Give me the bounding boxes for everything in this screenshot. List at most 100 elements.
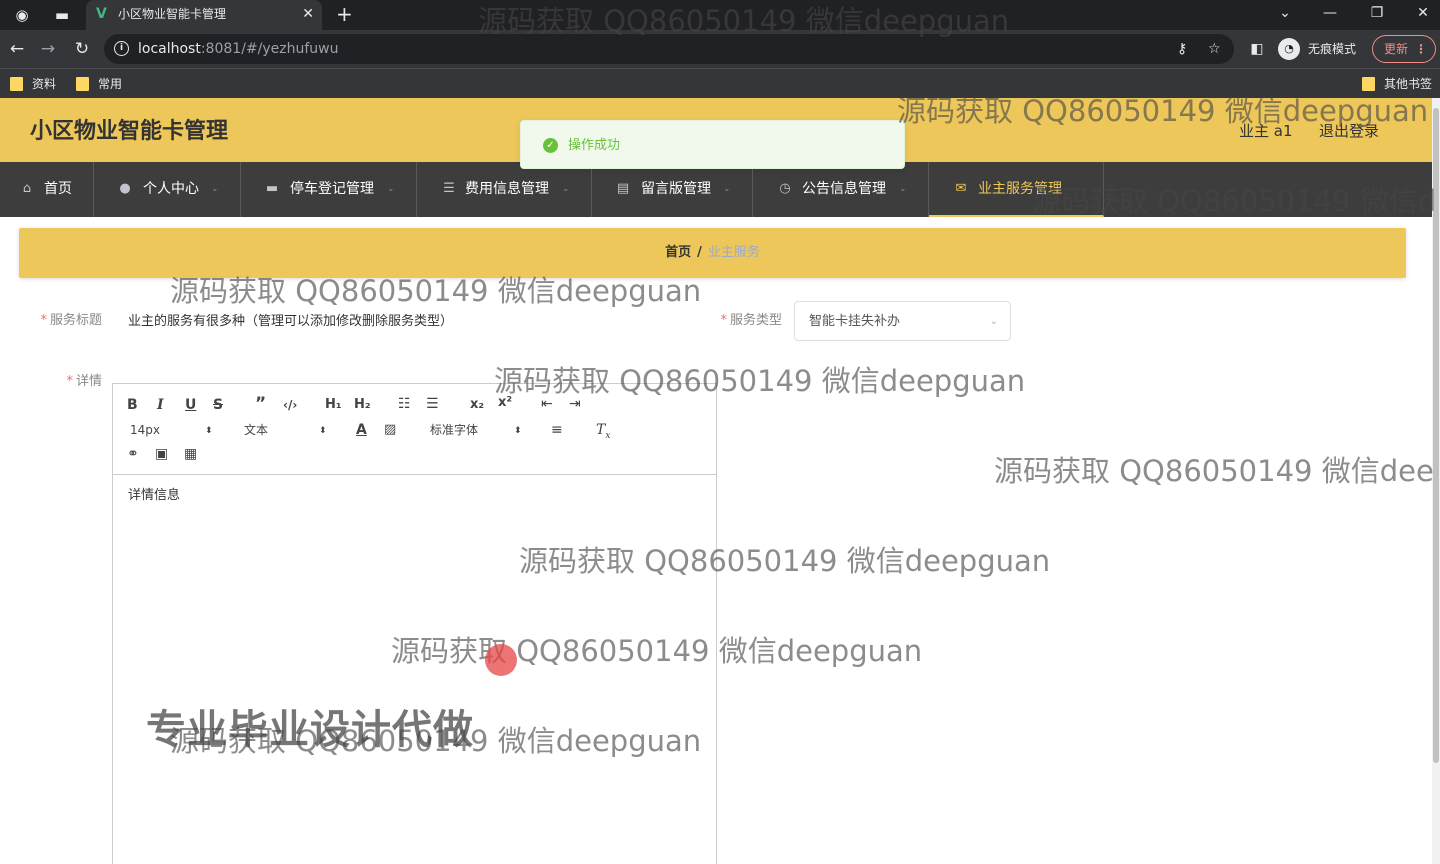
forward-arrow-icon[interactable]: → [37,38,59,60]
scrollbar-thumb[interactable] [1433,108,1439,763]
new-tab-icon[interactable]: + [336,2,353,26]
bookmark-folder-changyong[interactable]: 常用 [76,76,122,92]
chevron-down-icon: ⌄ [387,184,395,194]
bookmarks-bar: 资料 常用 其他书签 [0,68,1440,98]
toast-message: 操作成功 [568,138,621,153]
underline-icon[interactable]: U [185,396,196,414]
header-type-picker[interactable]: 文本 ⬍ [244,422,330,438]
blockquote-icon[interactable]: ” [255,395,266,413]
detail-label: * 详情 [66,374,102,389]
user-icon: ● [119,181,131,196]
mail-icon: ✉ [955,181,967,196]
font-family-picker[interactable]: 标准字体 ⬍ [430,422,524,438]
ordered-list-icon[interactable]: ☷ [398,395,411,413]
menu-item-home[interactable]: ⌂ 首页 [0,162,94,217]
breadcrumb-current: 业主服务 [707,245,760,260]
briefcase-icon: ▬ [265,181,279,196]
restore-icon[interactable]: ❐ [1365,3,1389,23]
incognito-icon[interactable]: ◔ [1278,38,1300,60]
menu-item-messages[interactable]: ▤ 留言版管理 ⌄ [592,162,753,217]
clear-format-icon[interactable]: Tx [596,421,610,445]
video-icon[interactable]: ▦ [184,445,197,463]
service-title-value: 业主的服务有很多种（管理可以添加修改删除服务类型） [128,314,454,329]
breadcrumb: 首页 / 业主服务 [19,228,1406,278]
reload-icon[interactable]: ↻ [71,38,93,60]
indent-icon[interactable]: ⇥ [569,395,581,413]
success-check-icon: ✓ [543,138,558,153]
browser-tab-strip: ◉ ▬ V 小区物业智能卡管理 ✕ + ⌄ — ❐ ✕ [0,0,1440,30]
logout-link[interactable]: 退出登录 [1319,122,1379,140]
superscript-icon[interactable]: x² [498,394,512,412]
document-icon: ▤ [616,181,630,196]
background-color-icon[interactable]: ▨ [384,421,396,439]
watermark-banner: 专业毕业设计代做 [146,707,474,753]
close-window-icon[interactable]: ✕ [1411,3,1435,23]
outdent-icon[interactable]: ⇤ [541,395,553,413]
heading-2-icon[interactable]: H₂ [354,396,371,414]
breadcrumb-separator: / [697,245,702,260]
mouse-cursor-indicator [485,644,517,676]
font-size-picker[interactable]: 14px ⬍ [130,422,216,438]
watermark-text: 源码获取 QQ86050149 微信dee [994,454,1434,488]
menu-item-fees[interactable]: ☰ 费用信息管理 ⌄ [417,162,592,217]
service-type-value: 智能卡挂失补办 [809,314,901,329]
strikethrough-icon[interactable]: S [213,396,223,414]
side-panel-icon[interactable]: ◧ [1246,38,1268,60]
browser-toolbar: ← → ↻ i localhost:8081/#/yezhufuwu ⚷ ☆ ◧… [0,30,1440,68]
site-info-icon[interactable]: i [114,41,129,56]
editor-toolbar: B I U S ” ‹/› H₁ H₂ ☷ ☰ x₂ x² ⇤ ⇥ 14px ⬍ … [113,384,716,475]
image-icon[interactable]: ▣ [155,445,168,463]
code-block-icon[interactable]: ‹/› [283,396,297,414]
globe-icon[interactable]: ◉ [12,5,32,25]
bold-icon[interactable]: B [127,396,138,414]
list-icon: ☰ [443,181,455,196]
back-arrow-icon[interactable]: ← [6,38,28,60]
picker-arrows-icon: ⬍ [319,426,327,436]
chevron-down-icon: ⌄ [989,316,998,327]
close-tab-icon[interactable]: ✕ [302,5,314,23]
chevron-down-icon: ⌄ [723,184,731,194]
chevron-down-icon: ⌄ [899,184,907,194]
breadcrumb-home[interactable]: 首页 [665,245,691,260]
menu-item-announcements[interactable]: ◷ 公告信息管理 ⌄ [753,162,929,217]
minimize-icon[interactable]: — [1318,3,1342,23]
kebab-menu-icon: ⋮ [1415,42,1427,56]
chevron-down-icon: ⌄ [211,184,219,194]
font-color-icon[interactable]: A [356,421,367,439]
align-icon[interactable]: ≡ [551,421,563,439]
bullet-list-icon[interactable]: ☰ [426,395,439,413]
vue-favicon-icon: V [96,6,107,22]
menu-item-parking[interactable]: ▬ 停车登记管理 ⌄ [241,162,417,217]
key-icon[interactable]: ⚷ [1177,40,1187,58]
rich-text-editor: B I U S ” ‹/› H₁ H₂ ☷ ☰ x₂ x² ⇤ ⇥ 14px ⬍ … [112,383,717,864]
success-toast: ✓ 操作成功 [520,120,905,169]
current-user-label: 业主 a1 [1239,122,1293,140]
clock-icon: ◷ [779,181,791,196]
menu-item-personal-center[interactable]: ● 个人中心 ⌄ [94,162,241,217]
address-bar[interactable]: i localhost:8081/#/yezhufuwu ⚷ ☆ [104,34,1234,64]
browser-tab-active[interactable]: V 小区物业智能卡管理 ✕ [86,0,322,30]
other-bookmarks-folder[interactable]: 其他书签 [1362,76,1432,92]
incognito-label: 无痕模式 [1308,42,1357,56]
bookmark-star-icon[interactable]: ☆ [1208,40,1221,58]
home-icon: ⌂ [22,181,32,196]
picker-arrows-icon: ⬍ [205,426,213,436]
main-menu: ⌂ 首页 ● 个人中心 ⌄ ▬ 停车登记管理 ⌄ ☰ 费用信息管理 ⌄ ▤ 留言… [0,162,1440,217]
service-type-select[interactable]: 智能卡挂失补办 ⌄ [794,301,1011,341]
link-icon[interactable]: ⚭ [127,445,139,463]
editor-content[interactable]: 详情信息 [128,488,180,504]
heading-1-icon[interactable]: H₁ [325,396,342,414]
subscript-icon[interactable]: x₂ [470,396,484,414]
picker-arrows-icon: ⬍ [514,426,522,436]
bookmark-folder-ziliao[interactable]: 资料 [10,76,56,92]
menu-item-owner-services[interactable]: ✉ 业主服务管理 [929,162,1104,217]
url-text: localhost:8081/#/yezhufuwu [138,41,339,57]
italic-icon[interactable]: I [157,396,164,414]
chevron-down-icon: ⌄ [562,184,570,194]
update-button[interactable]: 更新 ⋮ [1372,35,1436,63]
tab-search-chevron-icon[interactable]: ⌄ [1273,3,1297,23]
tab-overview-icon[interactable]: ▬ [52,5,72,25]
service-title-label: * 服务标题 [40,313,102,328]
browser-tab-title: 小区物业智能卡管理 [118,7,227,21]
page-scrollbar[interactable] [1432,98,1440,864]
